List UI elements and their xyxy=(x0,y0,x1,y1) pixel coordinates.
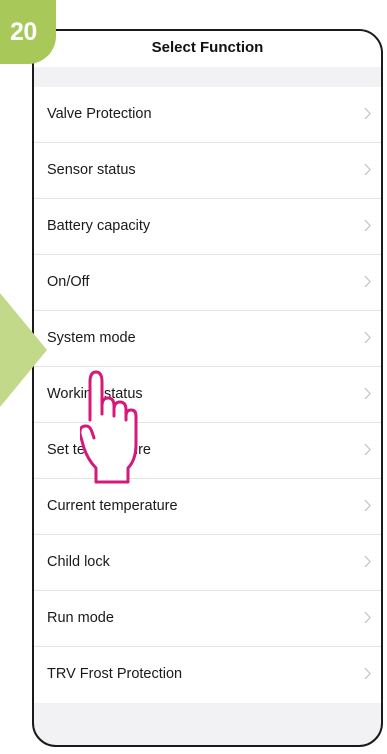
list-item-label: System mode xyxy=(47,330,136,346)
section-spacer xyxy=(34,67,381,87)
list-item-on-off[interactable]: On/Off xyxy=(34,255,381,311)
list-item-sensor-status[interactable]: Sensor status xyxy=(34,143,381,199)
tap-hand-icon xyxy=(80,370,138,484)
tutorial-stage: 20 ‹ Select Function Valve Protection Se… xyxy=(0,0,387,754)
chevron-right-icon xyxy=(364,499,371,512)
step-number: 20 xyxy=(10,18,37,46)
list-item-label: Current temperature xyxy=(47,498,178,514)
chevron-right-icon xyxy=(364,331,371,344)
list-item-label: On/Off xyxy=(47,274,90,290)
chevron-right-icon xyxy=(364,219,371,232)
list-item-label: Sensor status xyxy=(47,162,136,178)
chevron-right-icon xyxy=(364,107,371,120)
list-item-label: Run mode xyxy=(47,610,114,626)
page-title: Select Function xyxy=(151,39,264,56)
chevron-right-icon xyxy=(364,443,371,456)
list-item-label: Battery capacity xyxy=(47,218,151,234)
navigation-bar: ‹ Select Function xyxy=(34,31,381,67)
list-item-label: Child lock xyxy=(47,554,110,570)
pointer-arrow-icon xyxy=(0,293,47,407)
list-item-child-lock[interactable]: Child lock xyxy=(34,535,381,591)
list-item-label: TRV Frost Protection xyxy=(47,666,183,682)
list-item-trv-frost-protection[interactable]: TRV Frost Protection xyxy=(34,647,381,703)
step-number-badge: 20 xyxy=(0,0,56,64)
list-item-system-mode[interactable]: System mode xyxy=(34,311,381,367)
chevron-right-icon xyxy=(364,275,371,288)
chevron-right-icon xyxy=(364,555,371,568)
list-item-run-mode[interactable]: Run mode xyxy=(34,591,381,647)
chevron-right-icon xyxy=(364,667,371,680)
chevron-right-icon xyxy=(364,387,371,400)
chevron-right-icon xyxy=(364,611,371,624)
list-item-battery-capacity[interactable]: Battery capacity xyxy=(34,199,381,255)
list-item-label: Valve Protection xyxy=(47,106,152,122)
list-item-valve-protection[interactable]: Valve Protection xyxy=(34,87,381,143)
chevron-right-icon xyxy=(364,163,371,176)
list-item-current-temperature[interactable]: Current temperature xyxy=(34,479,381,535)
